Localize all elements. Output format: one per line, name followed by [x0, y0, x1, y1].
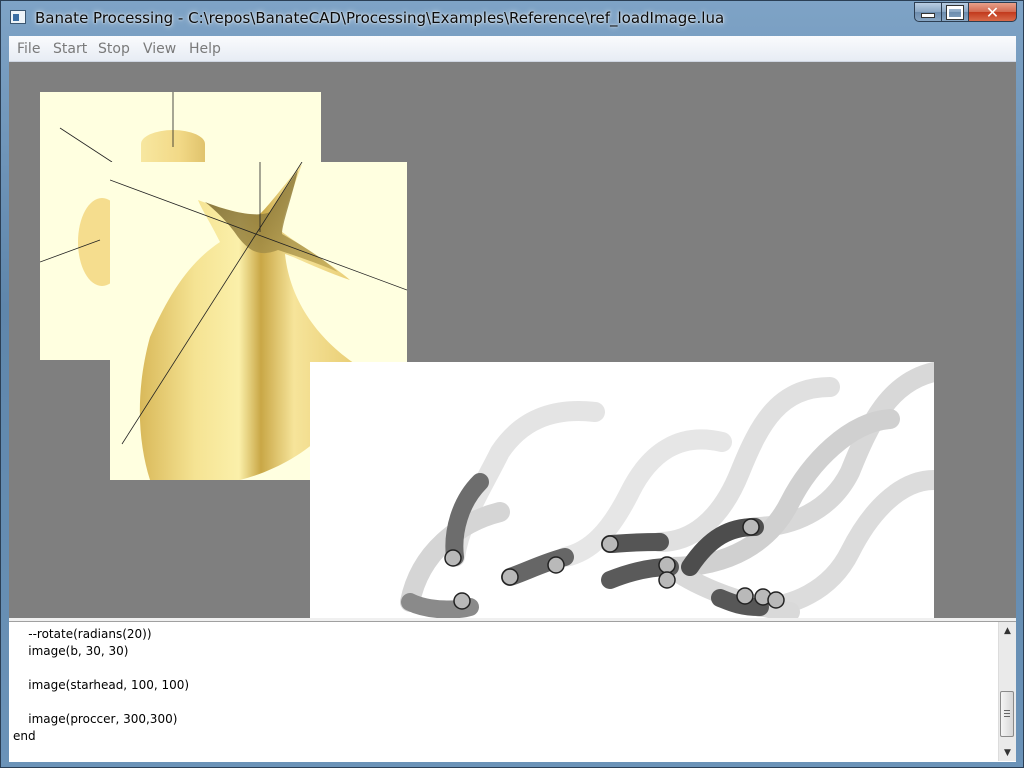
- code-line: image(starhead, 100, 100): [13, 678, 190, 692]
- code-line: --rotate(radians(20)): [13, 627, 152, 641]
- close-icon: ✕: [985, 2, 1000, 22]
- app-window: Banate Processing - C:\repos\BanateCAD\P…: [0, 0, 1024, 768]
- menu-stop[interactable]: Stop: [98, 41, 130, 57]
- render-canvas[interactable]: [9, 62, 1016, 618]
- close-button[interactable]: ✕: [969, 2, 1017, 22]
- scroll-thumb[interactable]: [1000, 691, 1014, 737]
- code-line: end: [13, 729, 36, 743]
- code-text[interactable]: --rotate(radians(20)) image(b, 30, 30) i…: [13, 626, 189, 745]
- maximize-icon: [947, 5, 963, 19]
- grip-line: [1004, 710, 1010, 711]
- code-line: image(b, 30, 30): [13, 644, 129, 658]
- menu-bar: File Start Stop View Help: [9, 36, 1016, 62]
- window-controls: ✕: [914, 2, 1017, 23]
- app-icon[interactable]: [10, 10, 26, 24]
- title-bar[interactable]: Banate Processing - C:\repos\BanateCAD\P…: [1, 1, 1023, 35]
- menu-start[interactable]: Start: [53, 41, 87, 57]
- menu-view[interactable]: View: [143, 41, 176, 57]
- code-editor[interactable]: --rotate(radians(20)) image(b, 30, 30) i…: [9, 621, 1016, 762]
- client-area: File Start Stop View Help --rotate(radia…: [9, 36, 1016, 762]
- maximize-button[interactable]: [942, 2, 969, 22]
- grip-line: [1004, 713, 1010, 714]
- arrow-down-icon: ▼: [1004, 747, 1011, 758]
- scroll-down-button[interactable]: ▼: [999, 744, 1016, 761]
- menu-help[interactable]: Help: [189, 41, 221, 57]
- minimize-icon: [921, 13, 935, 18]
- minimize-button[interactable]: [914, 2, 942, 22]
- window-title: Banate Processing - C:\repos\BanateCAD\P…: [35, 9, 725, 27]
- code-line: image(proccer, 300,300): [13, 712, 178, 726]
- vertical-scrollbar[interactable]: ▲ ▼: [998, 622, 1016, 761]
- arrow-up-icon: ▲: [1004, 625, 1011, 636]
- image-proccer: [310, 362, 934, 618]
- scroll-up-button[interactable]: ▲: [999, 622, 1016, 639]
- menu-file[interactable]: File: [17, 41, 40, 57]
- grip-line: [1004, 716, 1010, 717]
